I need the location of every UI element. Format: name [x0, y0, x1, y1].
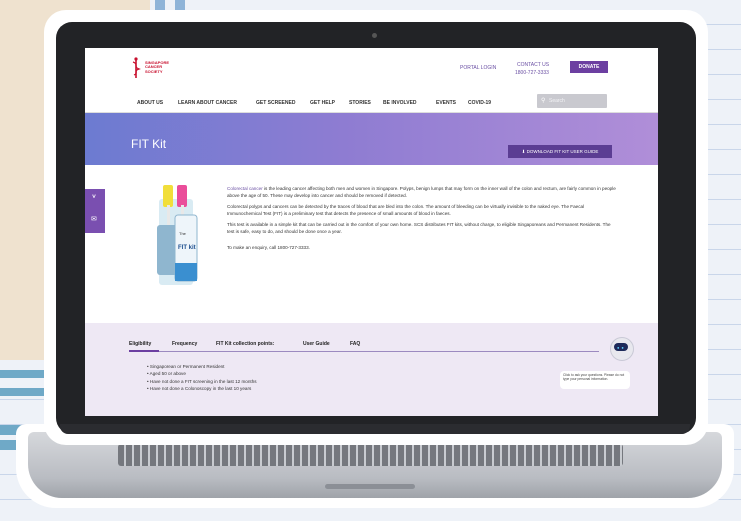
scs-logo-icon[interactable]	[131, 57, 141, 79]
paragraph-1: Colorectal cancer is the leading cancer …	[227, 186, 617, 199]
list-item: Have not done a Colonoscopy in the last …	[147, 385, 257, 392]
tab-eligibility[interactable]: Eligibility	[129, 341, 151, 347]
list-item: Have not done a FIT screening in the las…	[147, 378, 257, 385]
tab-faq[interactable]: FAQ	[350, 341, 360, 347]
share-sidebar: ⩛ ✉	[85, 189, 105, 233]
info-tabs-section: Eligibility Frequency FIT Kit collection…	[85, 323, 658, 416]
tab-collection-points[interactable]: FIT Kit collection points:	[216, 341, 274, 347]
nav-item-events[interactable]: EVENTS	[436, 100, 456, 106]
nav-item-learn-about-cancer[interactable]: LEARN ABOUT CANCER	[178, 100, 237, 106]
list-item: Singaporean or Permanent Resident	[147, 363, 257, 370]
search-icon: ⚲	[541, 98, 546, 104]
webcam	[372, 33, 377, 38]
tab-user-guide[interactable]: User Guide	[303, 341, 330, 347]
colorectal-cancer-link[interactable]: Colorectal cancer	[227, 186, 263, 191]
kit-label-small: The	[179, 231, 187, 236]
paragraph-2: Colorectal polyps and cancers can be det…	[227, 204, 585, 216]
nav-item-be-involved[interactable]: BE INVOLVED	[383, 100, 417, 106]
nav-item-covid-19[interactable]: COVID-19	[468, 100, 491, 106]
chatbot-message[interactable]: Click to ask your questions. Please do n…	[560, 371, 630, 389]
eligibility-list: Singaporean or Permanent Resident Aged 5…	[147, 363, 257, 393]
fit-kit-product-image: The FIT kit	[157, 185, 198, 285]
tab-divider	[129, 351, 599, 352]
page-banner: FIT Kit ⬇ DOWNLOAD FIT KIT USER GUIDE	[85, 113, 658, 165]
paragraph-1-text: is the leading cancer affecting both men…	[227, 186, 616, 198]
article-body: Colorectal cancer is the leading cancer …	[227, 186, 617, 256]
paragraph-3: This test is available in a simple kit t…	[227, 222, 611, 234]
download-user-guide-button[interactable]: ⬇ DOWNLOAD FIT KIT USER GUIDE	[508, 145, 612, 158]
mail-icon[interactable]: ✉	[91, 215, 97, 223]
tab-frequency[interactable]: Frequency	[172, 341, 197, 347]
contact-us-link[interactable]: CONTACT US	[517, 62, 549, 68]
site-header: SINGAPORE CANCER SOCIETY PORTAL LOGIN CO…	[85, 48, 658, 88]
nav-item-get-screened[interactable]: GET SCREENED	[256, 100, 295, 106]
chatbot-eyes: ●●	[617, 345, 626, 350]
list-item: Aged 50 or above	[147, 370, 257, 377]
laptop-hinge	[60, 424, 690, 434]
nav-item-stories[interactable]: STORIES	[349, 100, 371, 106]
donate-button[interactable]: DONATE	[570, 61, 608, 73]
laptop-notch	[325, 484, 415, 489]
search-input[interactable]: ⚲ Search	[537, 94, 607, 108]
laptop-keyboard	[118, 444, 623, 466]
portal-login-link[interactable]: PORTAL LOGIN	[460, 65, 496, 71]
nav-item-get-help[interactable]: GET HELP	[310, 100, 335, 106]
search-placeholder: Search	[549, 98, 565, 104]
kit-label-main: FIT kit	[178, 245, 196, 251]
nav-item-about-us[interactable]: ABOUT US	[137, 100, 163, 106]
share-icon[interactable]: ⩛	[92, 193, 96, 201]
logo-text[interactable]: SINGAPORE CANCER SOCIETY	[145, 60, 175, 74]
phone-number[interactable]: 1800-727-3333	[515, 70, 549, 76]
enquiry-text: To make an enquiry, call 1800-727-3333.	[227, 244, 310, 250]
page-title: FIT Kit	[131, 137, 167, 151]
download-label: DOWNLOAD FIT KIT USER GUIDE	[526, 149, 599, 154]
active-tab-indicator	[129, 350, 159, 352]
laptop-screen: SINGAPORE CANCER SOCIETY PORTAL LOGIN CO…	[85, 48, 658, 416]
